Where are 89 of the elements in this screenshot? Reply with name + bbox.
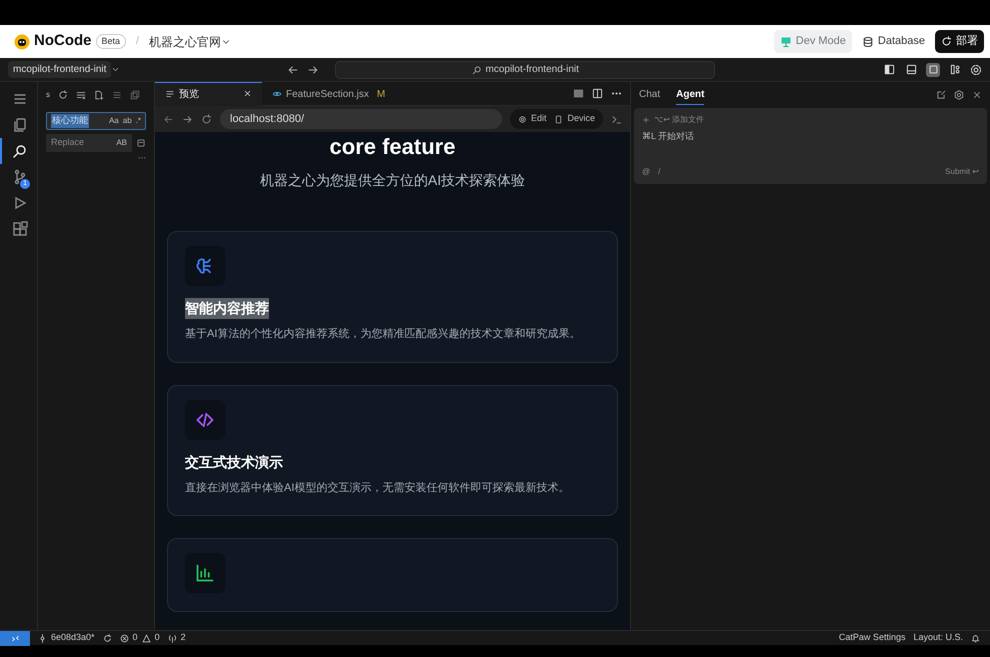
replace-all-icon[interactable]	[136, 138, 146, 148]
forward-arrow-icon[interactable]	[182, 114, 193, 124]
problems-indicator[interactable]: 0 0	[120, 631, 160, 645]
plus-icon[interactable]	[642, 116, 650, 124]
panel-icon	[928, 64, 938, 75]
layout-toggle-icon[interactable]	[926, 62, 940, 76]
keyboard-layout[interactable]: Layout: U.S.	[913, 631, 963, 645]
header-button[interactable]: Database	[856, 30, 931, 53]
header-button[interactable]: Dev Mode	[774, 30, 852, 53]
find-field[interactable]: 核心功能 Aa ab .*	[46, 112, 146, 130]
ports-indicator[interactable]: 2	[168, 631, 186, 645]
panel-icon	[906, 64, 916, 75]
replace-field[interactable]: Replace AB	[46, 134, 132, 152]
react-file-icon	[272, 89, 282, 99]
project-name[interactable]: 机器之心官网	[149, 32, 222, 50]
remote-icon	[10, 634, 20, 642]
new-file-icon[interactable]	[94, 90, 104, 100]
settings-link[interactable]: CatPaw Settings	[838, 631, 906, 645]
refresh-icon	[941, 36, 952, 47]
sync-icon[interactable]	[102, 634, 112, 642]
layout-toggle-icon[interactable]	[882, 62, 896, 76]
collapse-icon[interactable]	[112, 90, 122, 100]
copy-icon[interactable]	[130, 90, 140, 100]
database-icon	[862, 36, 874, 48]
editor-tab[interactable]: 预览	[155, 82, 262, 106]
preserve-case-toggle[interactable]: AB	[116, 137, 127, 149]
clear-results-icon[interactable]	[76, 90, 86, 100]
edit-toggle[interactable]: Edit	[518, 112, 546, 126]
close-icon	[243, 89, 252, 98]
panel-icon	[884, 64, 894, 75]
header-button[interactable]: 部署	[935, 30, 984, 53]
chevron-down-icon[interactable]	[111, 65, 120, 74]
feature-description: 直接在浏览器中体验AI模型的交互演示，无需安装任何软件即可探索最新技术。	[185, 480, 570, 496]
command-button[interactable]: /	[658, 166, 660, 178]
close-icon[interactable]	[972, 90, 982, 100]
editor-tab[interactable]: FeatureSection.jsx M	[262, 82, 396, 106]
find-option-toggle[interactable]: Aa	[108, 115, 119, 127]
back-arrow-icon[interactable]	[287, 64, 300, 76]
brand-name: NoCode	[34, 31, 92, 52]
attach-file-hint: ⌥↩ 添加文件	[654, 114, 704, 126]
warning-icon	[142, 634, 151, 642]
error-icon	[120, 634, 129, 642]
layout-toggle-icon[interactable]	[948, 62, 962, 76]
feature-title: 交互式技术演示	[185, 452, 283, 472]
more-options[interactable]: ···	[138, 153, 146, 162]
forward-arrow-icon[interactable]	[307, 64, 320, 76]
split-editor-icon[interactable]	[592, 88, 603, 99]
chat-tab[interactable]: Chat	[639, 85, 660, 105]
refresh-icon[interactable]	[58, 90, 68, 100]
section-subtitle: 机器之心为您提供全方位的AI技术探索体验	[258, 171, 526, 190]
find-option-toggle[interactable]: .*	[136, 115, 141, 127]
mention-button[interactable]: @	[642, 166, 650, 178]
layout-toggle-icon[interactable]	[904, 62, 918, 76]
preview-icon	[165, 89, 175, 99]
address-field[interactable]: localhost:8080/	[220, 109, 502, 129]
new-chat-icon[interactable]	[936, 90, 946, 100]
toolbar-label: s	[46, 89, 50, 101]
breadcrumb-separator: /	[136, 34, 140, 50]
search-field[interactable]: mcopilot-frontend-init	[335, 60, 716, 78]
terminal-icon[interactable]	[611, 114, 622, 124]
workspace-select[interactable]: mcopilot-frontend-init	[8, 61, 112, 78]
submit-button[interactable]: Submit ↩	[945, 166, 979, 178]
branch-icon	[38, 634, 47, 642]
settings-icon[interactable]	[954, 90, 964, 100]
search-icon	[12, 143, 28, 159]
files-icon	[12, 117, 28, 133]
reload-icon[interactable]	[201, 114, 212, 124]
monitor-icon	[780, 36, 792, 48]
section-heading: core feature	[328, 134, 456, 160]
chat-input[interactable]: ⌘L 开始对话	[642, 130, 979, 144]
layout-icon[interactable]	[573, 88, 584, 99]
extensions-icon	[12, 221, 28, 237]
bar-chart-icon	[195, 563, 215, 584]
antenna-icon	[168, 634, 177, 642]
branch-indicator[interactable]: 6e08d3a0*	[38, 631, 95, 645]
find-option-toggle[interactable]: ab	[122, 115, 132, 127]
device-toggle[interactable]: Device	[554, 112, 595, 126]
logo-icon	[14, 34, 30, 50]
feature-title: 智能内容推荐	[185, 298, 269, 319]
target-icon	[518, 114, 527, 124]
remote-indicator[interactable]	[0, 630, 30, 646]
panel-icon	[950, 64, 960, 75]
search-icon	[472, 64, 482, 74]
chat-tab[interactable]: Agent	[676, 85, 704, 105]
beta-badge: Beta	[96, 34, 126, 50]
bell-icon[interactable]	[971, 634, 980, 642]
phone-icon	[554, 114, 564, 124]
feature-description: 基于AI算法的个性化内容推荐系统，为您精准匹配感兴趣的技术文章和研究成果。	[185, 326, 582, 342]
source-control-icon	[12, 169, 28, 185]
